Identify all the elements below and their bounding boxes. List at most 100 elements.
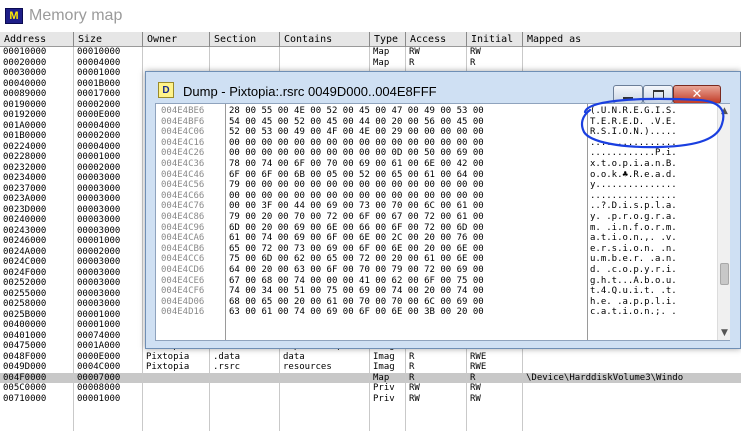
cell-size: 0004C000: [77, 362, 121, 372]
dump-content[interactable]: 004E4BE6 28 00 55 00 4E 00 52 00 45 00 47…: [155, 103, 730, 341]
cell-address: 00020000: [3, 57, 47, 68]
dump-row[interactable]: 004E4D06 68 00 65 00 20 00 61 00 70 00 70…: [156, 297, 716, 307]
cell-mapped: [523, 352, 741, 362]
cell-address: 00240000: [3, 215, 47, 225]
table-row[interactable]: 00710000 00001000 Priv RW RW: [0, 394, 741, 404]
column-header-col-type[interactable]: Type: [370, 32, 406, 47]
column-header-col-address[interactable]: Address: [0, 32, 74, 47]
dump-row[interactable]: 004E4C56 79 00 00 00 00 00 00 00 00 00 00…: [156, 180, 716, 190]
maximize-button[interactable]: [643, 85, 673, 104]
minimize-icon: [623, 97, 633, 99]
dump-hex-bytes: 67 00 68 00 74 00 00 00 41 00 62 00 6F 0…: [229, 275, 484, 286]
cell-initial: R: [470, 372, 476, 383]
table-row[interactable]: 004F0000 00007000 Map R R \Device\HarddiskVol…: [0, 372, 741, 383]
cell-address: 0049D000: [3, 362, 47, 372]
cell-mapped: [523, 383, 741, 393]
cell-size: 00003000: [77, 278, 121, 288]
dump-address: 004E4CA6: [161, 233, 205, 244]
dump-row[interactable]: 004E4BF6 54 00 45 00 52 00 45 00 44 00 20…: [156, 117, 716, 127]
column-header-col-size[interactable]: Size: [74, 32, 143, 47]
cell-contains: resources: [283, 362, 332, 372]
dump-titlebar[interactable]: D Dump - Pixtopia:.rsrc 0049D000..004E8F…: [146, 72, 740, 104]
cell-size: 0001A000: [77, 341, 121, 351]
cell-contains: [280, 383, 370, 393]
cell-address: 00040000: [3, 78, 47, 89]
dump-row[interactable]: 004E4CE6 67 00 68 00 74 00 00 00 41 00 62…: [156, 276, 716, 286]
cell-section: .rsrc: [213, 362, 241, 372]
dump-row[interactable]: 004E4CD6 64 00 20 00 63 00 6F 00 70 00 79…: [156, 265, 716, 275]
dump-title: Dump - Pixtopia:.rsrc 0049D000..004E8FFF: [183, 84, 437, 99]
dump-address: 004E4C56: [161, 180, 205, 191]
dump-address: 004E4CE6: [161, 275, 205, 286]
dump-hex-bytes: 79 00 00 00 00 00 00 00 00 00 00 00 00 0…: [229, 180, 484, 191]
dump-row[interactable]: 004E4C46 6F 00 6F 00 6B 00 05 00 52 00 65…: [156, 170, 716, 180]
dump-row[interactable]: 004E4D16 63 00 61 00 74 00 69 00 6F 00 6E…: [156, 307, 716, 317]
cell-initial: RWE: [470, 362, 487, 372]
dump-row[interactable]: 004E4C86 79 00 20 00 70 00 72 00 6F 00 67…: [156, 212, 716, 222]
cell-address: 00246000: [3, 236, 47, 246]
dump-row[interactable]: 004E4CA6 61 00 74 00 69 00 6F 00 6E 00 2C…: [156, 233, 716, 243]
table-row[interactable]: 0048F000 0000E000 Pixtopia .data data Imag R RW…: [0, 352, 741, 362]
scroll-down-icon[interactable]: ▼: [718, 326, 731, 340]
cell-address: 00243000: [3, 225, 47, 236]
table-row[interactable]: 00010000 00010000 Map RW RW: [0, 47, 741, 57]
column-header-col-section[interactable]: Section: [210, 32, 280, 47]
cell-address: 00237000: [3, 183, 47, 194]
cell-address: 00030000: [3, 68, 47, 78]
cell-access: R: [409, 362, 415, 372]
cell-address: 004F0000: [3, 372, 47, 383]
cell-address: 00224000: [3, 141, 47, 152]
cell-size: 00001000: [77, 309, 121, 320]
dump-row[interactable]: 004E4C16 00 00 00 00 00 00 00 00 00 00 00…: [156, 138, 716, 148]
cell-size: 00003000: [77, 215, 121, 225]
cell-size: 00003000: [77, 267, 121, 278]
memory-map-titlebar[interactable]: M Memory map: [0, 0, 741, 32]
column-header-col-contains[interactable]: Contains: [280, 32, 370, 47]
cell-size: 00002000: [77, 246, 121, 257]
dump-row[interactable]: 004E4C76 00 00 3F 00 44 00 69 00 73 00 70…: [156, 201, 716, 211]
dump-ascii: y...............: [590, 180, 677, 191]
dump-row[interactable]: 004E4CB6 65 00 72 00 73 00 69 00 6F 00 6E…: [156, 244, 716, 254]
cell-type: Map: [373, 372, 390, 383]
dump-address: 004E4BF6: [161, 116, 205, 127]
close-button[interactable]: ✕: [673, 85, 721, 104]
dump-row[interactable]: 004E4C36 78 00 74 00 6F 00 70 00 69 00 61…: [156, 159, 716, 169]
dump-row[interactable]: 004E4CC6 75 00 6D 00 62 00 65 00 72 00 20…: [156, 254, 716, 264]
table-row[interactable]: 005C0000 00008000 Priv RW RW: [0, 383, 741, 393]
dump-row[interactable]: 004E4C96 6D 00 20 00 69 00 6E 00 66 00 6F…: [156, 223, 716, 233]
cell-mapped: [523, 362, 741, 372]
dump-hex-bytes: 75 00 6D 00 62 00 65 00 72 00 20 00 61 0…: [229, 254, 484, 265]
dump-row[interactable]: 004E4C26 00 00 00 00 00 00 00 00 00 00 0D…: [156, 148, 716, 158]
dump-address: 004E4C86: [161, 212, 205, 222]
dump-ascii: e.r.s.i.o.n. .n.: [590, 243, 677, 254]
dump-hex-bytes: 63 00 61 00 74 00 69 00 6F 00 6E 00 3B 0…: [229, 307, 484, 318]
dump-row[interactable]: 004E4CF6 74 00 34 00 51 00 75 00 69 00 74…: [156, 286, 716, 296]
column-header-col-initial[interactable]: Initial: [467, 32, 523, 47]
table-row[interactable]: 0049D000 0004C000 Pixtopia .rsrc resources Im…: [0, 362, 741, 372]
cell-initial: RW: [470, 393, 481, 404]
scroll-thumb[interactable]: [720, 263, 729, 286]
scroll-up-icon[interactable]: ▲: [718, 104, 731, 118]
table-row[interactable]: 00020000 00004000 Map R R: [0, 58, 741, 68]
dump-ascii: T.E.R.E.D. .V.E.: [590, 116, 677, 127]
minimize-button[interactable]: [613, 85, 643, 104]
column-header-col-owner[interactable]: Owner: [143, 32, 210, 47]
cell-initial: R: [470, 57, 476, 68]
dump-hex-bytes: 52 00 53 00 49 00 4F 00 4E 00 29 00 00 0…: [229, 127, 484, 138]
cell-access: RW: [409, 47, 420, 57]
column-header-col-access[interactable]: Access: [406, 32, 467, 47]
dump-scrollbar[interactable]: ▲ ▼: [717, 104, 730, 340]
dump-ascii: o.o.k.♣.R.e.a.d.: [590, 169, 677, 180]
dump-row[interactable]: 004E4BE6 28 00 55 00 4E 00 52 00 45 00 47…: [156, 106, 716, 116]
cell-size: 00004000: [77, 57, 121, 68]
dump-row[interactable]: 004E4C66 00 00 00 00 00 00 00 00 00 00 00…: [156, 191, 716, 201]
dump-hex-bytes: 79 00 20 00 70 00 72 00 6F 00 67 00 72 0…: [229, 212, 484, 222]
dump-hex-bytes: 64 00 20 00 63 00 6F 00 70 00 79 00 72 0…: [229, 265, 484, 275]
column-header-col-mapped[interactable]: Mapped as: [523, 32, 741, 47]
dump-row[interactable]: 004E4C06 52 00 53 00 49 00 4F 00 4E 00 29…: [156, 127, 716, 137]
cell-owner: [143, 394, 210, 404]
cell-address: 00255000: [3, 288, 47, 299]
cell-size: 00010000: [77, 47, 121, 57]
cell-address: 00252000: [3, 278, 47, 288]
dump-ascii: y. .p.r.o.g.r.a.: [590, 212, 677, 222]
